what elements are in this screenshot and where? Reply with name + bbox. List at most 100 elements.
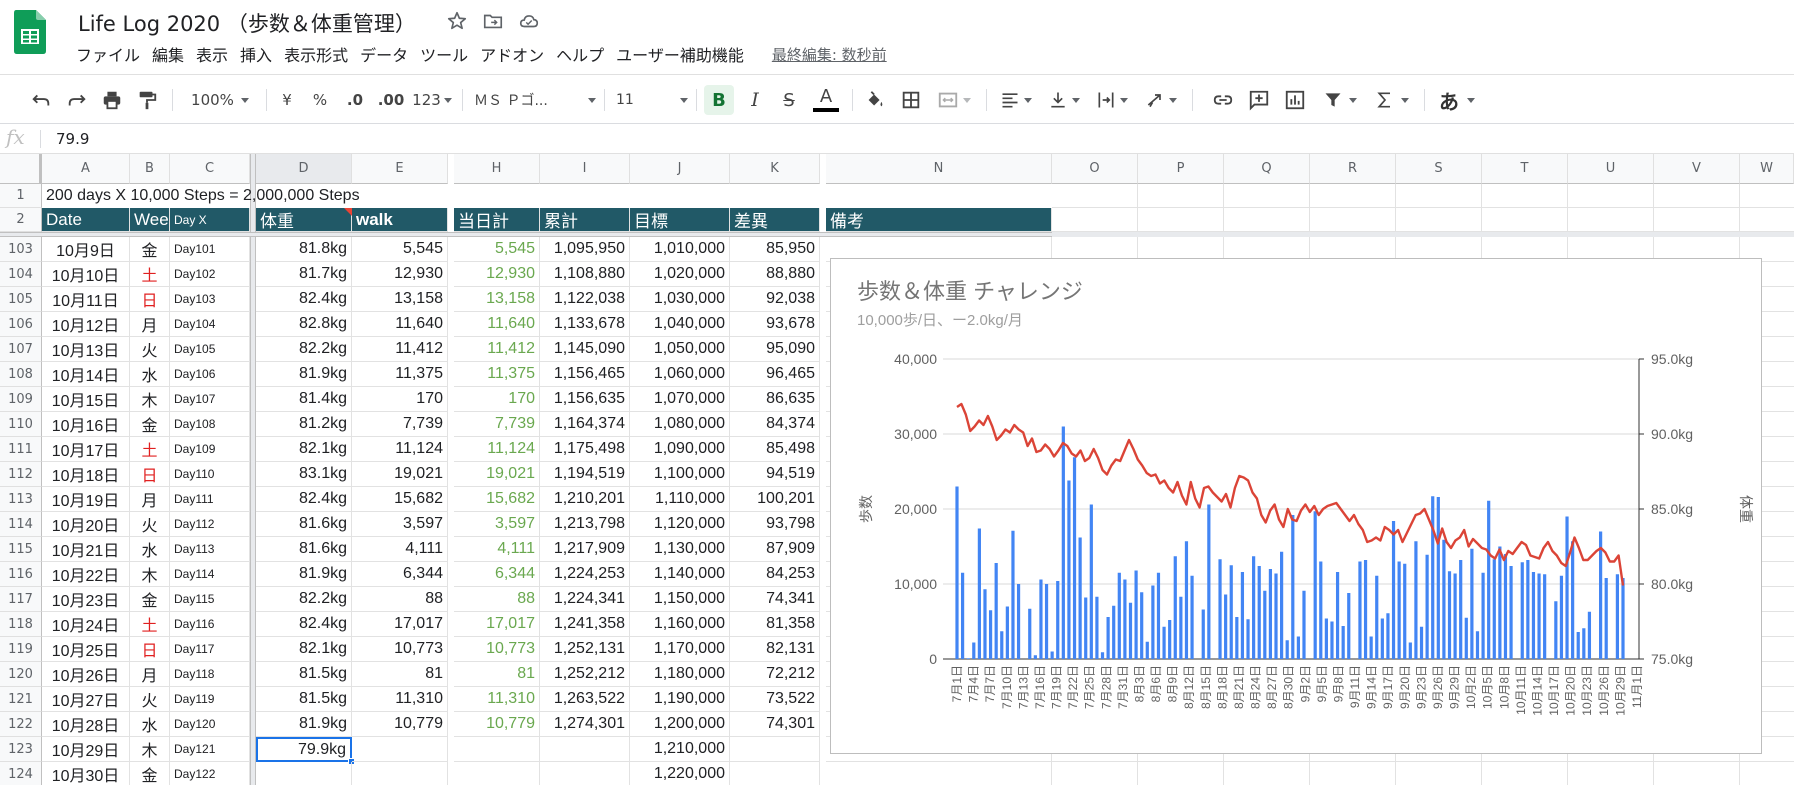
weight-cell[interactable]: 82.1kg	[256, 637, 352, 662]
walk-cell[interactable]: 11,640	[352, 312, 448, 337]
cumulative-cell[interactable]: 1,217,909	[540, 537, 630, 562]
row-header[interactable]: 118	[0, 612, 42, 637]
target-cell[interactable]: 1,130,000	[630, 537, 730, 562]
walk-cell[interactable]: 10,779	[352, 712, 448, 737]
date-cell[interactable]: 10月25日	[42, 637, 130, 662]
menu-view[interactable]: 表示	[196, 42, 238, 66]
difference-cell[interactable]: 87,909	[730, 537, 820, 562]
percent-format-button[interactable]: %	[309, 85, 331, 115]
input-tools-button[interactable]: あ	[1432, 85, 1482, 115]
target-cell[interactable]: 1,180,000	[630, 662, 730, 687]
walk-cell[interactable]: 10,773	[352, 637, 448, 662]
difference-cell[interactable]: 88,880	[730, 262, 820, 287]
target-cell[interactable]: 1,170,000	[630, 637, 730, 662]
menu-format[interactable]: 表示形式	[284, 42, 358, 66]
weight-cell[interactable]: 81.7kg	[256, 262, 352, 287]
column-header-j[interactable]: J	[630, 154, 730, 184]
paint-format-icon[interactable]	[134, 85, 160, 115]
date-cell[interactable]: 10月19日	[42, 487, 130, 512]
difference-cell[interactable]: 74,341	[730, 587, 820, 612]
today-total-cell[interactable]: 3,597	[454, 512, 540, 537]
font-family-select[interactable]: ＭＳ Ｐゴ...	[474, 85, 596, 115]
weight-cell[interactable]: 81.9kg	[256, 362, 352, 387]
header-target[interactable]: 目標	[630, 208, 730, 232]
weekday-cell[interactable]: 水	[130, 712, 170, 737]
row-header[interactable]: 117	[0, 587, 42, 612]
today-total-cell[interactable]: 5,545	[454, 237, 540, 262]
walk-cell[interactable]: 12,930	[352, 262, 448, 287]
date-cell[interactable]: 10月28日	[42, 712, 130, 737]
today-total-cell[interactable]: 10,779	[454, 712, 540, 737]
empty-cell[interactable]	[1138, 208, 1224, 232]
empty-cell[interactable]	[1138, 762, 1224, 785]
weight-cell[interactable]: 82.8kg	[256, 312, 352, 337]
cumulative-cell[interactable]: 1,108,880	[540, 262, 630, 287]
weekday-cell[interactable]: 金	[130, 237, 170, 262]
today-total-cell[interactable]: 11,310	[454, 687, 540, 712]
target-cell[interactable]: 1,140,000	[630, 562, 730, 587]
weight-cell[interactable]	[256, 762, 352, 785]
menu-accessibility[interactable]: ユーザー補助機能	[616, 42, 754, 66]
weight-cell[interactable]: 81.2kg	[256, 412, 352, 437]
column-header-r[interactable]: R	[1310, 154, 1396, 184]
empty-cell[interactable]	[1224, 208, 1310, 232]
weekday-cell[interactable]: 水	[130, 537, 170, 562]
cumulative-cell[interactable]: 1,175,498	[540, 437, 630, 462]
weight-cell[interactable]: 82.4kg	[256, 487, 352, 512]
column-header-w[interactable]: W	[1740, 154, 1794, 184]
empty-cell[interactable]	[1310, 762, 1396, 785]
date-cell[interactable]: 10月27日	[42, 687, 130, 712]
target-cell[interactable]: 1,090,000	[630, 437, 730, 462]
row-header[interactable]: 106	[0, 312, 42, 337]
difference-cell[interactable]: 84,374	[730, 412, 820, 437]
weekday-cell[interactable]: 木	[130, 387, 170, 412]
row-header[interactable]: 121	[0, 687, 42, 712]
header-week[interactable]: Week	[130, 208, 170, 232]
dayx-cell[interactable]: Day105	[170, 337, 250, 362]
weekday-cell[interactable]: 土	[130, 262, 170, 287]
borders-icon[interactable]	[898, 85, 924, 115]
header-today[interactable]: 当日計	[454, 208, 540, 232]
document-title[interactable]: Life Log 2020 （歩数＆体重管理）	[78, 8, 416, 38]
select-all-corner[interactable]	[0, 154, 42, 184]
note-cell[interactable]	[826, 762, 1052, 785]
header-weight[interactable]: 体重	[256, 208, 352, 232]
row-header[interactable]: 120	[0, 662, 42, 687]
header-walk[interactable]: walk	[352, 208, 448, 232]
difference-cell[interactable]: 96,465	[730, 362, 820, 387]
redo-icon[interactable]	[64, 85, 90, 115]
empty-cell[interactable]	[1138, 184, 1224, 208]
row-header[interactable]: 105	[0, 287, 42, 312]
today-total-cell[interactable]: 6,344	[454, 562, 540, 587]
weight-cell[interactable]: 81.8kg	[256, 237, 352, 262]
row-header[interactable]: 122	[0, 712, 42, 737]
cumulative-cell[interactable]: 1,164,374	[540, 412, 630, 437]
column-header-a[interactable]: A	[42, 154, 130, 184]
column-header-e[interactable]: E	[352, 154, 448, 184]
header-note[interactable]: 備考	[826, 208, 1052, 232]
date-cell[interactable]: 10月10日	[42, 262, 130, 287]
walk-cell[interactable]: 15,682	[352, 487, 448, 512]
date-cell[interactable]: 10月13日	[42, 337, 130, 362]
weekday-cell[interactable]: 日	[130, 637, 170, 662]
empty-cell[interactable]	[1396, 184, 1482, 208]
cumulative-cell[interactable]: 1,210,201	[540, 487, 630, 512]
today-total-cell[interactable]: 15,682	[454, 487, 540, 512]
dayx-cell[interactable]: Day115	[170, 587, 250, 612]
empty-cell[interactable]	[1310, 184, 1396, 208]
menu-data[interactable]: データ	[360, 42, 418, 66]
row1-banner[interactable]: 200 days X 10,000 Steps = 2,000,000 Step…	[42, 184, 572, 208]
italic-button[interactable]: I	[742, 85, 768, 115]
date-cell[interactable]: 10月26日	[42, 662, 130, 687]
difference-cell[interactable]: 84,253	[730, 562, 820, 587]
weekday-cell[interactable]: 月	[130, 662, 170, 687]
today-total-cell[interactable]: 7,739	[454, 412, 540, 437]
weekday-cell[interactable]: 月	[130, 487, 170, 512]
text-wrapping-icon[interactable]	[1092, 85, 1132, 115]
row-header[interactable]: 1	[0, 184, 42, 208]
dayx-cell[interactable]: Day101	[170, 237, 250, 262]
empty-cell[interactable]	[1310, 208, 1396, 232]
walk-cell[interactable]	[352, 762, 448, 785]
bold-button[interactable]: B	[704, 85, 734, 115]
dayx-cell[interactable]: Day112	[170, 512, 250, 537]
